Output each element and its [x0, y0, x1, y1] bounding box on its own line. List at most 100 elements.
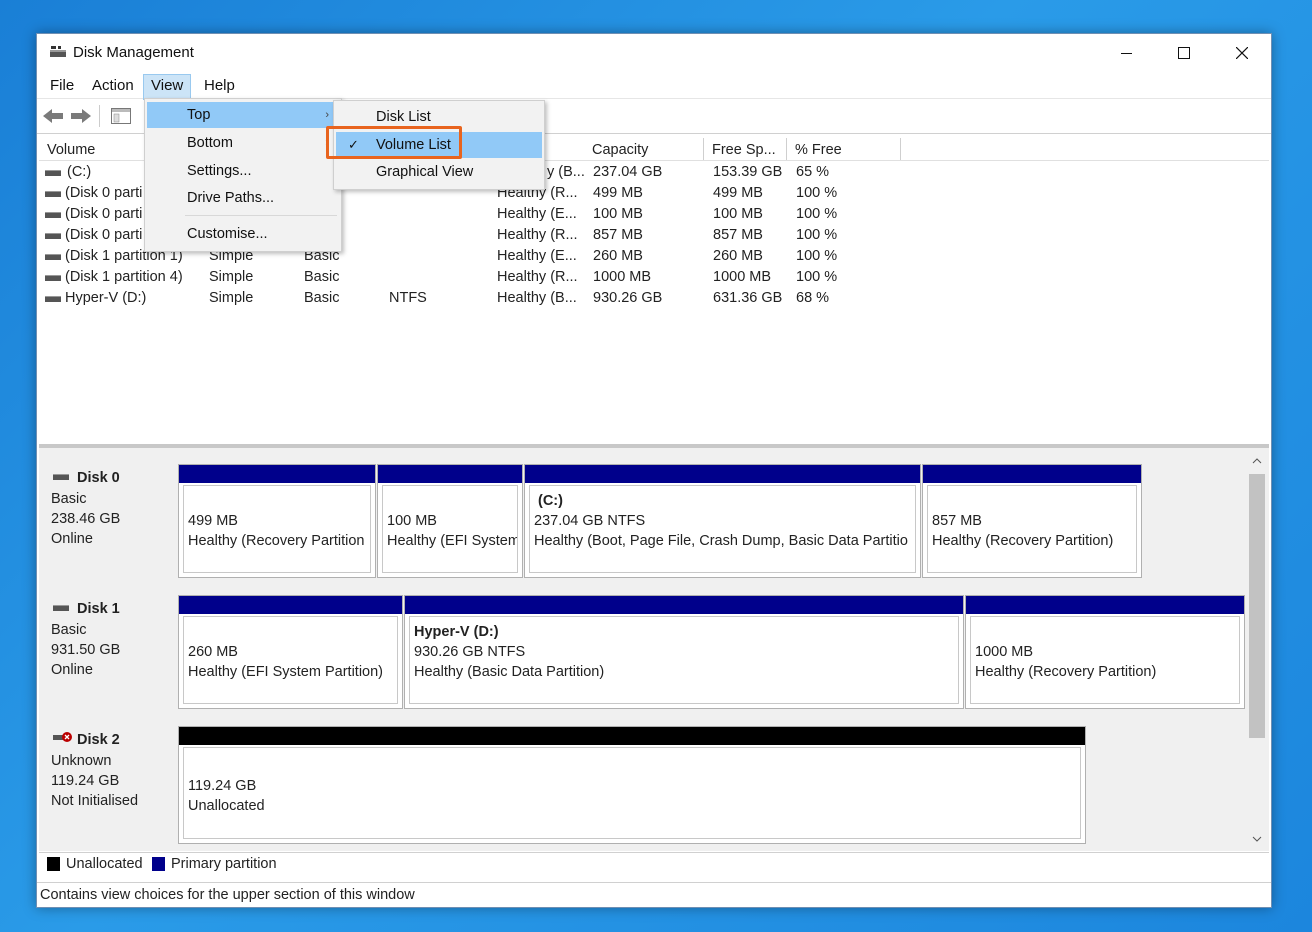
- title-bar: Disk Management: [37, 34, 1271, 72]
- cell-percent-free: 100 %: [796, 269, 838, 285]
- cell-free-space: 153.39 GB: [713, 164, 783, 180]
- primary-partition-swatch: [152, 857, 165, 871]
- menu-item-graphical-view[interactable]: Graphical View: [336, 159, 542, 185]
- disk-size: 238.46 GB: [51, 511, 121, 527]
- table-row[interactable]: Hyper-V (D:) Simple Basic NTFS Healthy (…: [39, 288, 939, 309]
- forward-button[interactable]: [69, 105, 93, 127]
- partition-block[interactable]: 119.24 GB Unallocated: [178, 726, 1086, 844]
- disk-state: Online: [51, 531, 93, 547]
- menu-view[interactable]: View: [143, 74, 192, 100]
- disk-management-window: Disk Management File Action View Help Vo…: [36, 33, 1272, 908]
- cell-type: Basic: [304, 290, 340, 306]
- partition-block[interactable]: (C:) 237.04 GB NTFS Healthy (Boot, Page …: [524, 464, 921, 578]
- disk-type: Basic: [51, 622, 87, 638]
- close-icon: [1236, 47, 1248, 59]
- legend: Unallocated Primary partition: [39, 852, 1269, 877]
- partition-status: Healthy (Recovery Partition): [975, 664, 1157, 680]
- volume-icon: [45, 233, 61, 239]
- column-header-percent-free[interactable]: % Free: [787, 138, 901, 160]
- cell-capacity: 499 MB: [593, 185, 643, 201]
- cell-capacity: 237.04 GB: [593, 164, 663, 180]
- menu-item-top[interactable]: Top ›: [147, 102, 339, 128]
- partition-status: Healthy (Boot, Page File, Crash Dump, Ba…: [534, 533, 908, 549]
- unallocated-swatch: [47, 857, 60, 871]
- graphical-view-pane: Disk 0 Basic 238.46 GB Online 499 MB Hea…: [39, 448, 1269, 851]
- maximize-button[interactable]: [1155, 34, 1213, 72]
- status-text: Contains view choices for the upper sect…: [40, 887, 415, 903]
- cell-free-space: 499 MB: [713, 185, 763, 201]
- volume-icon: [45, 296, 61, 302]
- view-dropdown-menu: Top › Bottom › Settings... Drive Paths..…: [144, 98, 342, 252]
- menu-item-settings[interactable]: Settings...: [147, 158, 339, 184]
- disk-icon: [53, 474, 69, 480]
- graphical-view-scrollbar[interactable]: [1247, 452, 1267, 848]
- menu-item-customise[interactable]: Customise...: [147, 221, 339, 247]
- cell-volume: Hyper-V (D:): [65, 290, 147, 306]
- cell-capacity: 930.26 GB: [593, 290, 663, 306]
- cell-status: Healthy (R...: [497, 269, 578, 285]
- menu-item-bottom[interactable]: Bottom ›: [147, 130, 339, 156]
- cell-layout: Simple: [209, 269, 254, 285]
- partition-size: 930.26 GB NTFS: [414, 644, 526, 660]
- menu-help[interactable]: Help: [197, 74, 242, 98]
- partition-size: 1000 MB: [975, 644, 1034, 660]
- disk-error-icon: [53, 732, 72, 742]
- cell-status: Healthy (R...: [497, 227, 578, 243]
- menu-file[interactable]: File: [43, 74, 81, 98]
- cell-percent-free: 100 %: [796, 248, 838, 264]
- disk-size: 931.50 GB: [51, 642, 121, 658]
- disk-type: Basic: [51, 491, 87, 507]
- cell-percent-free: 68 %: [796, 290, 830, 306]
- cell-percent-free: 100 %: [796, 206, 838, 222]
- status-bar: Contains view choices for the upper sect…: [37, 882, 1271, 907]
- forward-arrow-icon: [71, 109, 91, 123]
- partition-status: Healthy (EFI System Partition): [188, 664, 383, 680]
- column-header-capacity[interactable]: Capacity: [584, 138, 704, 160]
- partition-block[interactable]: 260 MB Healthy (EFI System Partition): [178, 595, 403, 709]
- column-header-free-space[interactable]: Free Sp...: [704, 138, 787, 160]
- partition-status: Unallocated: [188, 798, 265, 814]
- partition-title: (C:): [538, 493, 563, 509]
- disk-state: Not Initialised: [51, 793, 139, 809]
- partition-status: Healthy (EFI System: [387, 533, 518, 549]
- cell-capacity: 100 MB: [593, 206, 643, 222]
- show-hide-console-tree-button[interactable]: [109, 105, 133, 127]
- menu-item-drive-paths[interactable]: Drive Paths...: [147, 185, 339, 211]
- partition-size: 100 MB: [387, 513, 437, 529]
- partition-block[interactable]: 857 MB Healthy (Recovery Partition): [922, 464, 1142, 578]
- volume-icon: [45, 170, 61, 176]
- disk-0-info[interactable]: Disk 0 Basic 238.46 GB Online: [39, 460, 175, 585]
- partition-block[interactable]: Hyper-V (D:) 930.26 GB NTFS Healthy (Bas…: [404, 595, 964, 709]
- volume-icon: [45, 275, 61, 281]
- cell-free-space: 260 MB: [713, 248, 763, 264]
- console-tree-icon: [111, 108, 131, 124]
- minimize-button[interactable]: [1097, 34, 1155, 72]
- back-button[interactable]: [41, 105, 65, 127]
- minimize-icon: [1120, 52, 1132, 54]
- partition-size: 260 MB: [188, 644, 238, 660]
- table-row[interactable]: (Disk 1 partition 4) Simple Basic Health…: [39, 267, 939, 288]
- scroll-down-icon: [1252, 836, 1262, 842]
- cell-percent-free: 65 %: [796, 164, 830, 180]
- partition-size: 499 MB: [188, 513, 238, 529]
- partition-size: 237.04 GB NTFS: [534, 513, 646, 529]
- cell-free-space: 100 MB: [713, 206, 763, 222]
- cell-status: Healthy (E...: [497, 206, 577, 222]
- disk-1-info[interactable]: Disk 1 Basic 931.50 GB Online: [39, 591, 175, 716]
- menu-action[interactable]: Action: [85, 74, 141, 98]
- disk-name: Disk 1: [77, 601, 120, 617]
- disk-2-info[interactable]: Disk 2 Unknown 119.24 GB Not Initialised: [39, 722, 175, 850]
- partition-status: Healthy (Recovery Partition: [188, 533, 365, 549]
- scroll-thumb[interactable]: [1249, 474, 1265, 738]
- volume-icon: [45, 212, 61, 218]
- cell-volume: (Disk 1 partition 4): [65, 269, 183, 285]
- partition-block[interactable]: 100 MB Healthy (EFI System: [377, 464, 523, 578]
- cell-free-space: 1000 MB: [713, 269, 772, 285]
- cell-free-space: 631.36 GB: [713, 290, 783, 306]
- partition-block[interactable]: 499 MB Healthy (Recovery Partition: [178, 464, 376, 578]
- partition-block[interactable]: 1000 MB Healthy (Recovery Partition): [965, 595, 1245, 709]
- disk-name: Disk 0: [77, 470, 120, 486]
- cell-status: Healthy (B...: [497, 290, 577, 306]
- close-button[interactable]: [1213, 34, 1271, 72]
- disk-state: Online: [51, 662, 93, 678]
